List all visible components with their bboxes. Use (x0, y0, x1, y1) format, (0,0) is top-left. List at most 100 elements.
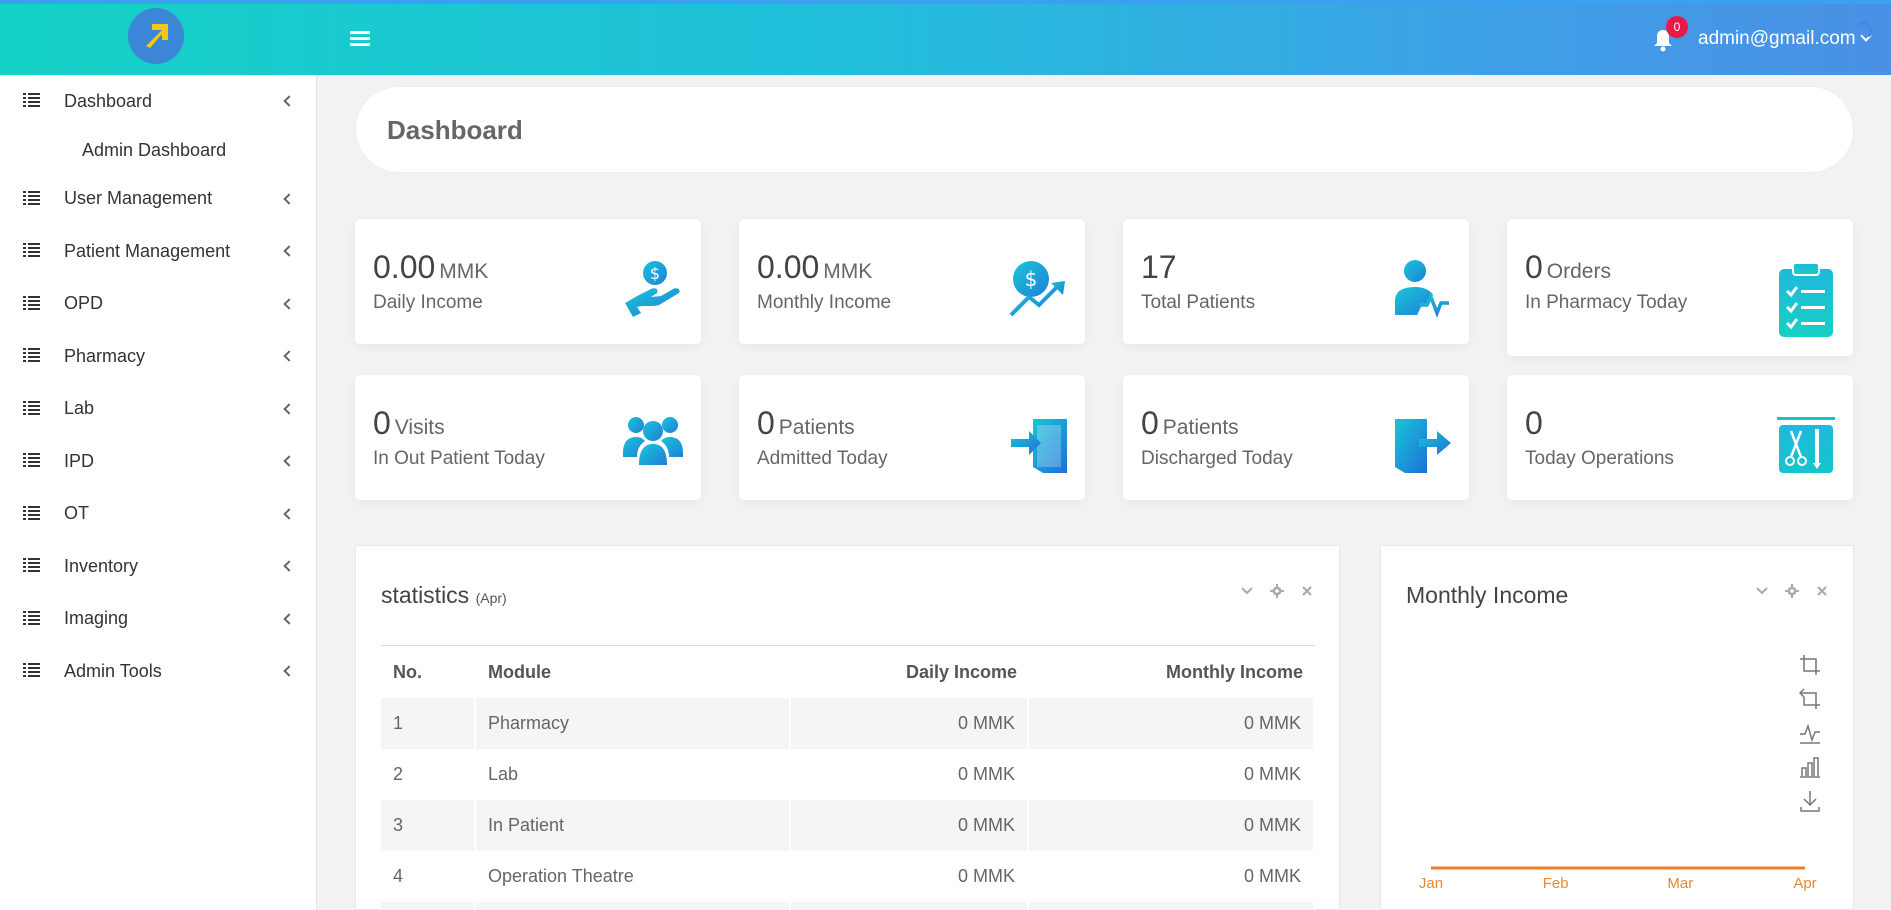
hand-money-icon: $ (625, 261, 680, 317)
card-value: 0 (1525, 249, 1543, 285)
chevron-left-icon (283, 403, 295, 415)
card-unit: MMK (439, 260, 489, 283)
page-title-bar: Dashboard (355, 86, 1854, 173)
patient-pulse-icon (1395, 260, 1449, 318)
table-cell: 0 MMK (1029, 800, 1315, 851)
card-unit: MMK (823, 260, 873, 283)
sidebar-item-label: Pharmacy (64, 345, 146, 366)
card-unit: Orders (1546, 260, 1611, 283)
logo-arrow-icon (146, 24, 168, 48)
column-header: Monthly Income (1165, 661, 1303, 682)
chevron-left-icon (283, 245, 295, 257)
card-value: 17 (1141, 249, 1177, 285)
x-tick-label: Jan (1419, 875, 1443, 892)
exit-door-icon (1395, 419, 1451, 473)
list-icon (23, 505, 40, 520)
table-header-row: No. Module Daily Income Monthly Income (381, 646, 1315, 698)
sidebar-item-label: Admin Tools (64, 660, 162, 681)
sidebar-item-inventory[interactable]: Inventory (0, 540, 316, 593)
card-label: Today Operations (1525, 448, 1674, 469)
sidebar-item-lab[interactable]: Lab (0, 383, 316, 436)
table-cell: 0 MMK (791, 749, 1029, 800)
surgery-tools-icon (1777, 417, 1835, 473)
loading-spinner-icon (1854, 22, 1872, 40)
list-icon (23, 400, 40, 415)
card-unit: Patients (778, 416, 855, 439)
user-menu[interactable]: admin@gmail.com (1698, 28, 1872, 50)
table-cell: 0 MMK (1029, 851, 1315, 902)
clipboard-check-icon (1779, 262, 1833, 337)
column-header: No. (393, 661, 422, 682)
table-cell: 0 MMK (1029, 698, 1315, 749)
collapse-chevron-icon[interactable] (1240, 584, 1254, 598)
card-value: 0 (1141, 405, 1159, 441)
card-discharged: 0 Patients Discharged Today (1123, 375, 1469, 500)
card-value: 0 (757, 405, 775, 441)
card-operations: 0 Today Operations (1507, 375, 1853, 500)
table-cell: Lab (476, 749, 791, 800)
close-icon[interactable] (1300, 584, 1314, 598)
page-title: Dashboard (387, 115, 523, 145)
table-row: 4 Operation Theatre 0 MMK 0 MMK (381, 851, 1315, 902)
menu-toggle-icon[interactable] (350, 31, 370, 49)
x-tick-label: Feb (1543, 875, 1569, 892)
gear-icon[interactable] (1270, 584, 1284, 598)
sidebar-item-label: Patient Management (64, 240, 231, 261)
chevron-left-icon (283, 508, 295, 520)
chevron-left-icon (283, 95, 295, 107)
table-row (381, 902, 1315, 910)
sidebar-item-admin-tools[interactable]: Admin Tools (0, 645, 316, 698)
x-tick-label: Mar (1667, 875, 1693, 892)
card-label: Discharged Today (1141, 448, 1293, 469)
list-icon (23, 453, 40, 468)
statistics-table: No. Module Daily Income Monthly Income 1… (381, 645, 1315, 910)
sidebar-item-imaging[interactable]: Imaging (0, 593, 316, 646)
list-icon (23, 558, 40, 573)
list-icon (23, 663, 40, 678)
column-header: Module (488, 661, 551, 682)
app-logo[interactable] (128, 8, 184, 64)
user-email: admin@gmail.com (1698, 28, 1856, 49)
list-icon (23, 190, 40, 205)
list-icon (23, 348, 40, 363)
monthly-income-chart: Jan Feb Mar Apr (1419, 866, 1817, 892)
card-value: 0.00 (373, 249, 436, 285)
top-header: 0 admin@gmail.com (0, 0, 1891, 75)
sidebar-item-pharmacy[interactable]: Pharmacy (0, 330, 316, 383)
card-total-patients: 17 Total Patients (1123, 219, 1469, 344)
statistics-panel: statistics (Apr) No. Module Daily Income… (355, 545, 1340, 910)
card-pharmacy-orders: 0 Orders In Pharmacy Today (1507, 219, 1853, 356)
table-row: 1 Pharmacy 0 MMK 0 MMK (381, 698, 1315, 749)
sidebar-item-label: OPD (64, 293, 104, 314)
sidebar-item-patient-management[interactable]: Patient Management (0, 225, 316, 278)
card-value: 0.00 (757, 249, 820, 285)
table-cell: 4 (381, 851, 476, 902)
svg-text:$: $ (650, 264, 660, 283)
sidebar-item-ipd[interactable]: IPD (0, 435, 316, 488)
sidebar-item-dashboard[interactable]: Dashboard (0, 75, 316, 128)
chevron-left-icon (283, 665, 295, 677)
panel-period: (Apr) (475, 590, 507, 606)
sidebar-item-label: Lab (64, 398, 95, 419)
table-cell: In Patient (476, 800, 791, 851)
sidebar-item-opd[interactable]: OPD (0, 278, 316, 331)
sidebar-item-user-management[interactable]: User Management (0, 173, 316, 226)
sidebar-item-label: Dashboard (64, 90, 153, 111)
sidebar-subitem-admin-dashboard[interactable]: Admin Dashboard (0, 128, 316, 173)
table-row: 3 In Patient 0 MMK 0 MMK (381, 800, 1315, 851)
card-label: Admitted Today (757, 448, 888, 469)
table-cell: 0 MMK (791, 800, 1029, 851)
table-cell: 2 (381, 749, 476, 800)
sidebar-item-ot[interactable]: OT (0, 488, 316, 541)
list-icon (23, 295, 40, 310)
card-admitted: 0 Patients Admitted Today (739, 375, 1085, 500)
svg-text:$: $ (1025, 267, 1038, 291)
panel-title: statistics (381, 582, 470, 608)
card-value: 0 (1525, 405, 1543, 441)
card-label: Total Patients (1141, 292, 1256, 313)
chevron-left-icon (283, 298, 295, 310)
chevron-left-icon (283, 613, 295, 625)
money-growth-icon: $ (1009, 261, 1065, 317)
table-row: 2 Lab 0 MMK 0 MMK (381, 749, 1315, 800)
table-cell: 1 (381, 698, 476, 749)
